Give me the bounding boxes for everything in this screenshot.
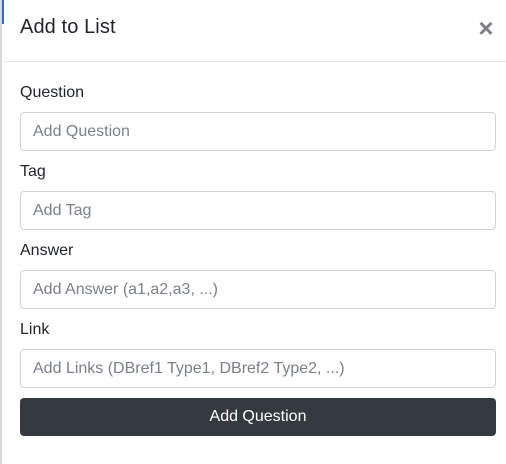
modal-title: Add to List <box>20 16 116 38</box>
link-label: Link <box>20 321 50 338</box>
add-question-button[interactable]: Add Question <box>20 398 496 436</box>
answer-input[interactable] <box>20 270 496 309</box>
tag-label: Tag <box>20 163 46 180</box>
add-to-list-modal: Add to List × Question Tag Answer Link A… <box>0 0 506 464</box>
modal-header: Add to List × <box>4 0 506 62</box>
close-icon[interactable]: × <box>472 14 500 42</box>
add-to-list-form: Question Tag Answer Link <box>20 82 496 398</box>
answer-label: Answer <box>20 242 74 259</box>
question-input[interactable] <box>20 112 496 151</box>
link-input[interactable] <box>20 349 496 388</box>
question-label: Question <box>20 84 85 101</box>
tag-input[interactable] <box>20 191 496 230</box>
